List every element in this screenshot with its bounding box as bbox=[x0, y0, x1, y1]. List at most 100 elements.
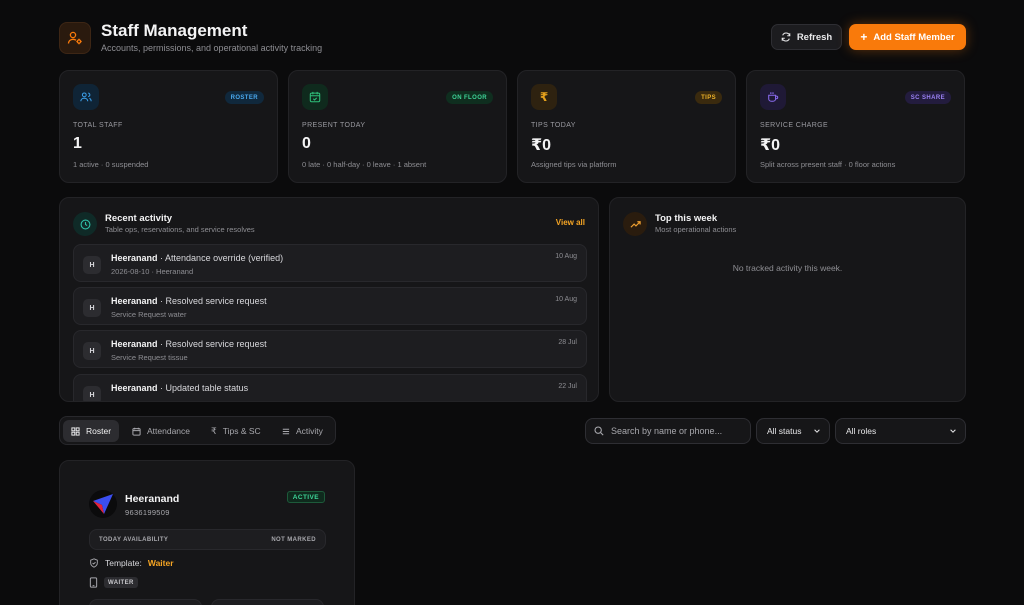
staff-stat-pill bbox=[211, 599, 324, 605]
avatar: H bbox=[83, 342, 101, 360]
tab-label: Activity bbox=[296, 426, 323, 436]
activity-date: 28 Jul bbox=[558, 339, 577, 346]
tips-badge: TIPS bbox=[695, 91, 722, 104]
trending-up-icon bbox=[623, 212, 647, 236]
sc-share-badge: SC SHARE bbox=[904, 91, 951, 104]
activity-detail: Service Request water bbox=[111, 310, 187, 319]
activity-item[interactable]: H Heeranand · Resolved service request S… bbox=[73, 330, 587, 368]
availability-value: NOT MARKED bbox=[271, 536, 316, 543]
status-select[interactable]: All status bbox=[756, 418, 830, 444]
template-label: Template: bbox=[105, 558, 142, 568]
stat-label: PRESENT TODAY bbox=[302, 122, 366, 129]
chevron-down-icon bbox=[813, 427, 821, 435]
stat-card-total-staff: ROSTER TOTAL STAFF 1 1 active · 0 suspen… bbox=[59, 70, 278, 183]
template-value: Waiter bbox=[147, 558, 174, 568]
tab-roster[interactable]: Roster bbox=[63, 420, 120, 442]
activity-text: Heeranand · Attendance override (verifie… bbox=[111, 253, 284, 263]
user-settings-icon bbox=[59, 22, 91, 54]
refresh-button[interactable]: Refresh bbox=[771, 24, 842, 50]
roles-select[interactable]: All roles bbox=[835, 418, 966, 444]
stat-sub: Assigned tips via platform bbox=[531, 160, 617, 169]
page-title: Staff Management bbox=[101, 21, 248, 40]
activity-item[interactable]: H Heeranand · Resolved service request S… bbox=[73, 287, 587, 325]
top-week-subtitle: Most operational actions bbox=[655, 225, 737, 234]
tab-label: Roster bbox=[86, 426, 112, 436]
stat-sub: 0 late · 0 half-day · 0 leave · 1 absent bbox=[302, 160, 427, 169]
activity-detail: Service Request tissue bbox=[111, 353, 188, 362]
status-badge: ACTIVE bbox=[286, 491, 325, 503]
stat-value: 0 bbox=[302, 135, 311, 152]
activity-text: Heeranand · Resolved service request bbox=[111, 339, 267, 349]
search-input[interactable]: Search by name or phone... bbox=[585, 418, 751, 444]
calendar-check-icon bbox=[302, 84, 328, 110]
empty-state-message: No tracked activity this week. bbox=[732, 263, 843, 273]
avatar: H bbox=[83, 386, 101, 401]
role-row: WAITER bbox=[89, 577, 138, 588]
phone-icon bbox=[89, 577, 98, 588]
activity-date: 10 Aug bbox=[555, 296, 577, 303]
staff-stat-pill bbox=[89, 599, 202, 605]
activity-item[interactable]: H Heeranand · Attendance override (verif… bbox=[73, 244, 587, 282]
stat-card-service-charge: SC SHARE SERVICE CHARGE ₹0 Split across … bbox=[746, 70, 965, 183]
staff-card[interactable]: Heeranand 9636199509 ACTIVE TODAY AVAILA… bbox=[59, 460, 355, 605]
recent-activity-subtitle: Table ops, reservations, and service res… bbox=[105, 225, 255, 234]
stat-label: TIPS TODAY bbox=[531, 122, 576, 129]
stat-label: TOTAL STAFF bbox=[73, 122, 123, 129]
tab-label: Attendance bbox=[147, 426, 191, 436]
add-staff-button[interactable]: + Add Staff Member bbox=[849, 24, 966, 50]
top-week-title: Top this week bbox=[655, 213, 718, 224]
activity-item[interactable]: H Heeranand · Updated table status 22 Ju… bbox=[73, 374, 587, 401]
stat-card-tips-today: ₹ TIPS TIPS TODAY ₹0 Assigned tips via p… bbox=[517, 70, 736, 183]
shield-icon bbox=[89, 558, 99, 568]
tab-label: Tips & SC bbox=[222, 426, 261, 436]
view-tabs: Roster Attendance ₹ Tips & SC Activity bbox=[59, 416, 336, 445]
recent-activity-panel: Recent activity Table ops, reservations,… bbox=[59, 197, 599, 402]
search-placeholder: Search by name or phone... bbox=[611, 426, 723, 436]
refresh-label: Refresh bbox=[796, 31, 833, 43]
stat-card-present-today: ON FLOOR PRESENT TODAY 0 0 late · 0 half… bbox=[288, 70, 507, 183]
on-floor-badge: ON FLOOR bbox=[446, 91, 493, 104]
page-subtitle: Accounts, permissions, and operational a… bbox=[101, 43, 323, 53]
tab-tips-sc[interactable]: ₹ Tips & SC bbox=[203, 420, 269, 442]
tab-activity[interactable]: Activity bbox=[273, 420, 331, 442]
activity-date: 22 Jul bbox=[558, 383, 577, 390]
refresh-icon bbox=[781, 32, 791, 42]
staff-phone: 9636199509 bbox=[125, 508, 170, 517]
roster-badge: ROSTER bbox=[224, 91, 264, 104]
rupee-icon: ₹ bbox=[531, 84, 557, 110]
list-icon bbox=[281, 427, 290, 436]
top-this-week-panel: Top this week Most operational actions N… bbox=[609, 197, 966, 402]
chevron-down-icon bbox=[949, 427, 957, 435]
activity-date: 10 Aug bbox=[555, 253, 577, 260]
status-select-value: All status bbox=[767, 426, 802, 436]
stat-label: SERVICE CHARGE bbox=[760, 122, 829, 129]
activity-text: Heeranand · Resolved service request bbox=[111, 296, 267, 306]
roles-select-value: All roles bbox=[846, 426, 877, 436]
avatar: H bbox=[83, 256, 101, 274]
coffee-icon bbox=[760, 84, 786, 110]
stat-sub: 1 active · 0 suspended bbox=[73, 160, 149, 169]
stat-value: ₹0 bbox=[760, 137, 781, 154]
template-row: Template: Waiter bbox=[89, 558, 174, 568]
stat-value: ₹0 bbox=[531, 137, 552, 154]
activity-detail: 2026-08-10 · Heeranand bbox=[111, 267, 194, 276]
tab-attendance[interactable]: Attendance bbox=[124, 420, 198, 442]
stat-sub: Split across present staff · 0 floor act… bbox=[760, 160, 896, 169]
view-all-link[interactable]: View all bbox=[556, 218, 585, 227]
availability-label: TODAY AVAILABILITY bbox=[99, 536, 169, 543]
recent-activity-title: Recent activity bbox=[105, 213, 173, 224]
grid-icon bbox=[71, 426, 80, 436]
add-staff-label: Add Staff Member bbox=[873, 31, 955, 43]
stat-value: 1 bbox=[73, 135, 82, 152]
calendar-icon bbox=[132, 427, 141, 436]
clock-icon bbox=[73, 212, 97, 236]
avatar bbox=[89, 490, 117, 518]
avatar: H bbox=[83, 299, 101, 317]
role-chip: WAITER bbox=[104, 577, 138, 588]
users-icon bbox=[73, 84, 99, 110]
rupee-icon: ₹ bbox=[211, 425, 217, 436]
staff-name: Heeranand bbox=[125, 493, 180, 505]
plus-icon: + bbox=[860, 30, 868, 44]
activity-text: Heeranand · Updated table status bbox=[111, 383, 249, 393]
search-icon bbox=[594, 426, 604, 436]
